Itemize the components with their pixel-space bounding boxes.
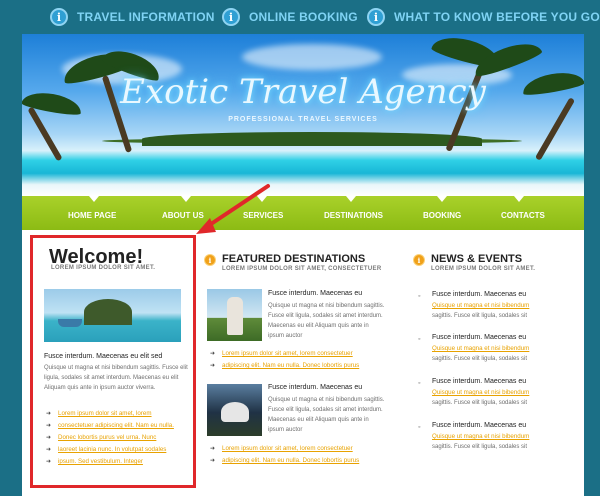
destination-photo xyxy=(207,384,262,436)
destination-body: Quisque ut magna et nisi bibendum sagitt… xyxy=(268,397,385,433)
destination-link[interactable]: adipiscing elit. Nam eu nulla. Donec lob… xyxy=(222,362,359,369)
menu-contacts[interactable]: CONTACTS xyxy=(501,211,545,220)
news-text: sagittis. Fusce elit ligula, sodales sit xyxy=(432,400,528,406)
arrow-icon: ➜ xyxy=(210,363,216,369)
info-icon: i xyxy=(367,8,385,26)
section-icon: i xyxy=(413,254,425,266)
site-title: Exotic Travel Agency xyxy=(120,72,486,112)
menu-home-page[interactable]: HOME PAGE xyxy=(68,211,116,220)
menu-pointer-icon xyxy=(514,196,524,202)
topnav-label: TRAVEL INFORMATION xyxy=(77,10,215,24)
menu-pointer-icon xyxy=(257,196,267,202)
topnav-what-to-know[interactable]: i WHAT TO KNOW BEFORE YOU GO xyxy=(367,7,600,27)
news-link[interactable]: Quisque ut magna et nisi bibendum xyxy=(432,433,529,440)
topnav-online-booking[interactable]: i ONLINE BOOKING xyxy=(222,7,358,27)
destination-body: Quisque ut magna et nisi bibendum sagitt… xyxy=(268,303,385,339)
menu-pointer-icon xyxy=(181,196,191,202)
bullet-icon: ◦ xyxy=(418,424,421,431)
destination-link[interactable]: adipiscing elit. Nam eu nulla. Donec lob… xyxy=(222,457,359,464)
bullet-icon: ◦ xyxy=(418,336,421,343)
bullet-icon: ◦ xyxy=(418,293,421,300)
news-text: sagittis. Fusce elit ligula, sodales sit xyxy=(432,313,528,319)
news-link[interactable]: Quisque ut magna et nisi bibendum xyxy=(432,345,529,352)
arrow-icon: ➜ xyxy=(210,446,216,452)
arrow-icon: ➜ xyxy=(210,351,216,357)
news-link[interactable]: Quisque ut magna et nisi bibendum xyxy=(432,302,529,309)
arrow-icon: ➜ xyxy=(210,458,216,464)
highlight-box xyxy=(30,235,196,488)
destination-link[interactable]: Lorem ipsum dolor sit amet, lorem consec… xyxy=(222,350,353,357)
menu-pointer-icon xyxy=(437,196,447,202)
news-text: sagittis. Fusce elit ligula, sodales sit xyxy=(432,356,528,362)
menu-booking[interactable]: BOOKING xyxy=(423,211,461,220)
menu-services[interactable]: SERVICES xyxy=(243,211,283,220)
destination-lead: Fusce interdum. Maecenas eu xyxy=(268,384,363,391)
destination-lead: Fusce interdum. Maecenas eu xyxy=(268,290,363,297)
destination-link[interactable]: Lorem ipsum dolor sit amet, lorem consec… xyxy=(222,445,353,452)
main-menu: HOME PAGE ABOUT US SERVICES DESTINATIONS… xyxy=(22,196,584,230)
featured-subheading: LOREM IPSUM DOLOR SIT AMET, CONSECTETUER xyxy=(222,266,382,272)
destination-photo xyxy=(207,289,262,341)
info-icon: i xyxy=(50,8,68,26)
header-banner: Exotic Travel Agency PROFESSIONAL TRAVEL… xyxy=(22,34,584,196)
info-icon: i xyxy=(222,8,240,26)
featured-heading: FEATURED DESTINATIONS xyxy=(222,253,366,265)
news-text: sagittis. Fusce elit ligula, sodales sit xyxy=(432,444,528,450)
bullet-icon: ◦ xyxy=(418,380,421,387)
top-navigation: i TRAVEL INFORMATION i ONLINE BOOKING i … xyxy=(0,0,600,34)
menu-about-us[interactable]: ABOUT US xyxy=(162,211,204,220)
news-lead: Fusce interdum. Maecenas eu xyxy=(432,334,527,341)
news-link[interactable]: Quisque ut magna et nisi bibendum xyxy=(432,389,529,396)
news-lead: Fusce interdum. Maecenas eu xyxy=(432,291,527,298)
topnav-travel-information[interactable]: i TRAVEL INFORMATION xyxy=(50,7,215,27)
news-subheading: LOREM IPSUM DOLOR SIT AMET. xyxy=(431,266,536,272)
news-heading: NEWS & EVENTS xyxy=(431,253,523,265)
menu-pointer-icon xyxy=(89,196,99,202)
menu-pointer-icon xyxy=(346,196,356,202)
site-subtitle: PROFESSIONAL TRAVEL SERVICES xyxy=(228,116,378,123)
section-icon: i xyxy=(204,254,216,266)
menu-destinations[interactable]: DESTINATIONS xyxy=(324,211,383,220)
topnav-label: WHAT TO KNOW BEFORE YOU GO xyxy=(394,10,600,24)
topnav-label: ONLINE BOOKING xyxy=(249,10,358,24)
island-silhouette xyxy=(142,132,482,146)
news-lead: Fusce interdum. Maecenas eu xyxy=(432,378,527,385)
news-lead: Fusce interdum. Maecenas eu xyxy=(432,422,527,429)
